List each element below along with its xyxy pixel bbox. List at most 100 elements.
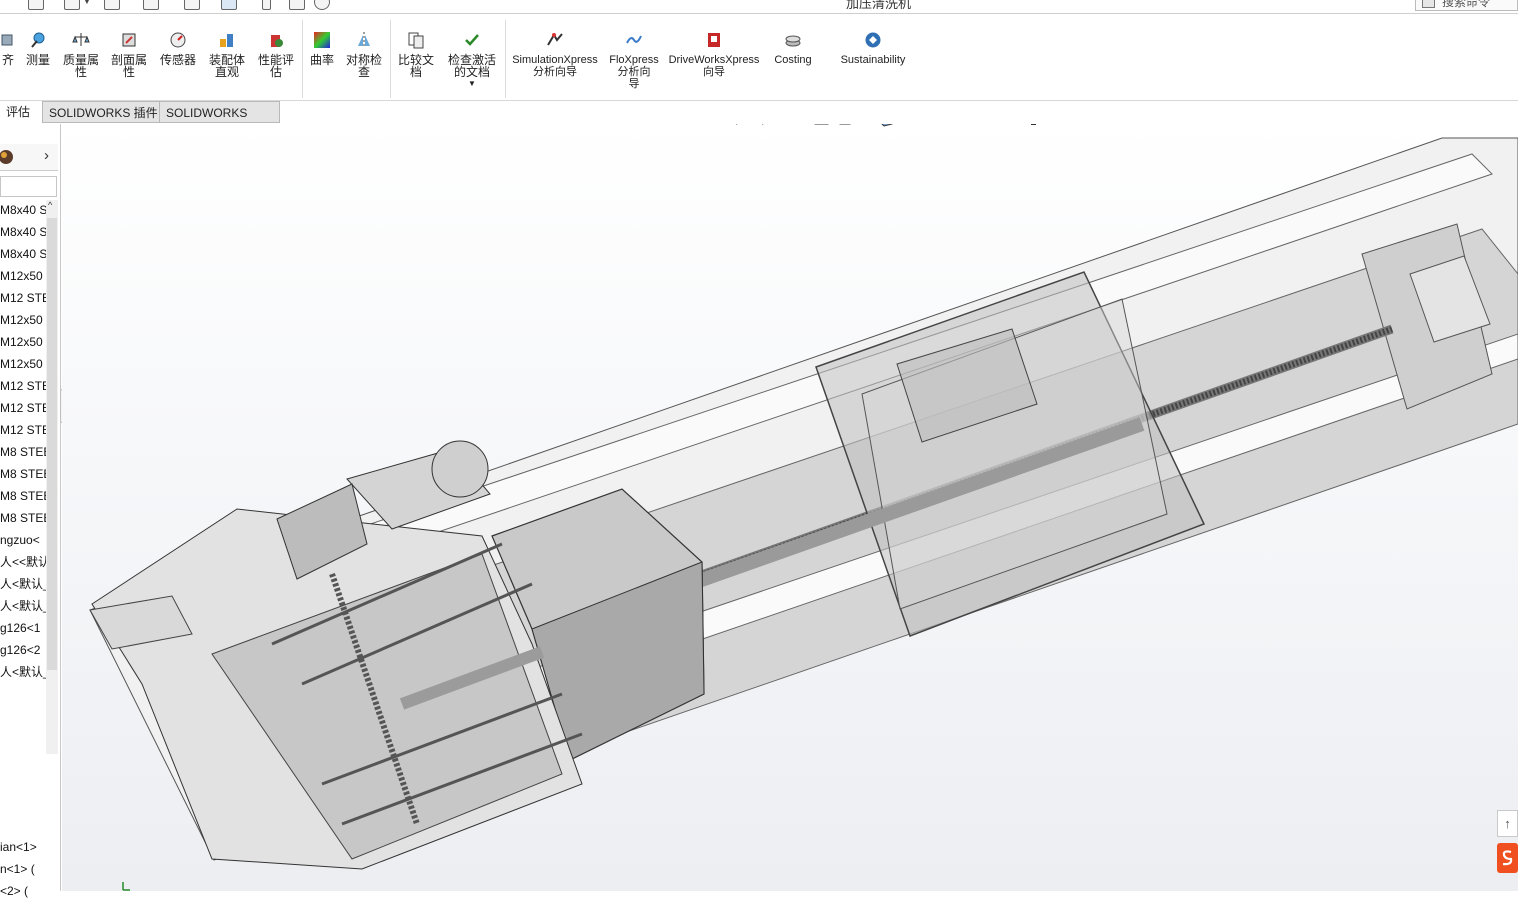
driveworksxpress-button[interactable]: DriveWorksXpress 向导 — [666, 31, 762, 78]
tree-item[interactable]: ngzuo< — [0, 533, 46, 547]
section-properties-label: 剖面属 性 — [110, 53, 147, 79]
symmetry-check-icon — [358, 32, 370, 48]
tree-item[interactable]: 人<<默认 — [0, 555, 46, 569]
title-bar: ▼ 加压清洗机 搜索命令 — [0, 0, 1518, 14]
view-settings-icon[interactable] — [1024, 124, 1043, 127]
tree-item[interactable]: M12 STE — [0, 401, 46, 415]
apply-scene-icon[interactable] — [978, 124, 997, 127]
costing-label: Costing — [774, 54, 812, 66]
edit-appearance-icon[interactable] — [952, 124, 971, 127]
scroll-to-top-button[interactable]: ↑ — [1497, 810, 1518, 837]
save-icon[interactable] — [104, 0, 120, 10]
section-view-icon[interactable] — [812, 124, 831, 127]
tree-item[interactable]: n<1> ( — [0, 862, 46, 876]
file-properties-icon[interactable] — [289, 0, 305, 10]
zoom-to-area-icon[interactable] — [760, 124, 779, 127]
tree-item[interactable]: <2> ( — [0, 884, 46, 898]
tree-item[interactable]: M8x40 S — [0, 247, 46, 261]
previous-view-icon[interactable] — [786, 124, 805, 127]
assembly-visualization-button[interactable]: 装配体 直观 — [206, 31, 248, 78]
section-properties-button[interactable]: 剖面属 性 — [108, 31, 150, 78]
undo-icon[interactable] — [184, 0, 200, 10]
graphics-area[interactable]: ▼ ▼ ▼ ▼ ▼ — [62, 124, 1518, 891]
tree-item[interactable]: ian<1> — [0, 840, 46, 854]
symmetry-check-label: 对称检 查 — [345, 53, 382, 79]
align-button[interactable]: 齐 — [0, 31, 16, 66]
tree-item[interactable]: M12x50 — [0, 313, 46, 327]
tree-item[interactable]: g126<1 — [0, 621, 46, 635]
tree-item[interactable]: M12 STE — [0, 291, 46, 305]
check-active-document-label: 检查激活 的文档 — [447, 53, 496, 79]
tree-item[interactable]: M12x50 — [0, 269, 46, 283]
sustainability-button[interactable]: Sustainability — [836, 31, 910, 66]
tab-evaluate[interactable]: 评估 — [0, 101, 36, 123]
scroll-up-icon[interactable]: ^ — [48, 200, 52, 210]
command-manager-ribbon: 齐 测量 质量属 性 剖面属 性 传感器 装配体 直观 性能评 估 曲率 对称检… — [0, 14, 1518, 101]
view-orientation-icon[interactable] — [876, 124, 895, 127]
tree-scrollbar[interactable]: ^ — [46, 200, 58, 754]
assembly-visualization-icon — [220, 34, 233, 47]
tree-item[interactable]: M12x50 — [0, 357, 46, 371]
tree-item[interactable]: M12x50 — [0, 335, 46, 349]
section-properties-icon — [122, 33, 136, 47]
assembly-visualization-label: 装配体 直观 — [208, 53, 245, 79]
scrollbar-thumb[interactable] — [47, 218, 57, 670]
chevron-down-icon[interactable]: ▼ — [83, 0, 91, 6]
align-label: 齐 — [1, 53, 14, 67]
sensor-button[interactable]: 传感器 — [157, 31, 199, 66]
tree-item[interactable]: g126<2 — [0, 643, 46, 657]
tree-item[interactable]: M8x40 S — [0, 203, 46, 217]
search-icon — [1422, 0, 1435, 8]
floxpress-icon — [626, 35, 642, 44]
zoom-to-fit-icon[interactable] — [734, 124, 753, 127]
search-placeholder: 搜索命令 — [1442, 0, 1491, 9]
dynamic-annotation-views-icon[interactable] — [838, 124, 857, 127]
compare-documents-button[interactable]: 比较文 档 — [395, 31, 437, 78]
new-document-icon[interactable] — [28, 0, 44, 10]
ribbon-separator — [302, 20, 303, 98]
tree-item[interactable]: M12 STE — [0, 379, 46, 393]
floxpress-button[interactable]: FloXpress 分析向 导 — [607, 31, 661, 90]
mass-properties-button[interactable]: 质量属 性 — [60, 31, 102, 78]
tree-item[interactable]: 人<默认_ — [0, 599, 46, 613]
chevron-down-icon[interactable]: ▼ — [443, 78, 501, 90]
compare-documents-icon — [408, 32, 424, 49]
search-commands-input[interactable]: 搜索命令 — [1415, 0, 1518, 11]
rebuild-icon[interactable] — [262, 0, 271, 10]
performance-evaluation-button[interactable]: 性能评 估 — [255, 31, 297, 78]
tree-item[interactable]: 人<默认_ — [0, 665, 46, 679]
tab-solidworks-mbd[interactable]: SOLIDWORKS MBD — [159, 101, 280, 142]
display-style-icon[interactable] — [914, 124, 933, 127]
print-icon[interactable] — [143, 0, 159, 10]
tree-item[interactable]: M12 STE — [0, 423, 46, 437]
mass-properties-icon — [72, 33, 90, 46]
tab-solidworks-addins[interactable]: SOLIDWORKS 插件 — [42, 101, 165, 123]
tree-item[interactable]: M8 STEE — [0, 489, 46, 503]
simulationxpress-button[interactable]: SimulationXpress 分析向导 — [509, 31, 601, 78]
performance-evaluation-label: 性能评 估 — [257, 53, 294, 79]
curvature-label: 曲率 — [309, 53, 334, 67]
costing-button[interactable]: Costing — [768, 31, 818, 66]
options-gear-icon[interactable] — [314, 0, 330, 10]
select-pointer-icon[interactable] — [221, 0, 237, 10]
check-active-document-button[interactable]: 检查激活 的文档 ▼ — [443, 31, 501, 90]
driveworksxpress-icon — [708, 33, 720, 47]
tree-item[interactable]: M8x40 S — [0, 225, 46, 239]
chevron-right-icon[interactable]: › — [44, 147, 49, 164]
tree-item[interactable]: 人<默认_ — [0, 577, 46, 591]
ribbon-separator — [390, 20, 391, 98]
symmetry-check-button[interactable]: 对称检 查 — [343, 31, 385, 78]
open-document-icon[interactable] — [64, 0, 80, 10]
sensor-icon — [170, 32, 186, 48]
tree-item[interactable]: M8 STEE — [0, 511, 46, 525]
tree-filter-input[interactable] — [0, 176, 57, 197]
check-active-document-icon — [465, 34, 479, 46]
sustainability-icon — [865, 32, 881, 48]
measure-button[interactable]: 测量 — [24, 31, 52, 66]
curvature-button[interactable]: 曲率 — [307, 31, 337, 66]
ime-sogou-icon[interactable] — [1497, 843, 1518, 873]
tree-item[interactable]: M8 STEE — [0, 467, 46, 481]
tree-item[interactable]: M8 STEE — [0, 445, 46, 459]
appearance-tab-icon[interactable] — [0, 149, 14, 165]
simulationxpress-icon — [547, 33, 563, 46]
